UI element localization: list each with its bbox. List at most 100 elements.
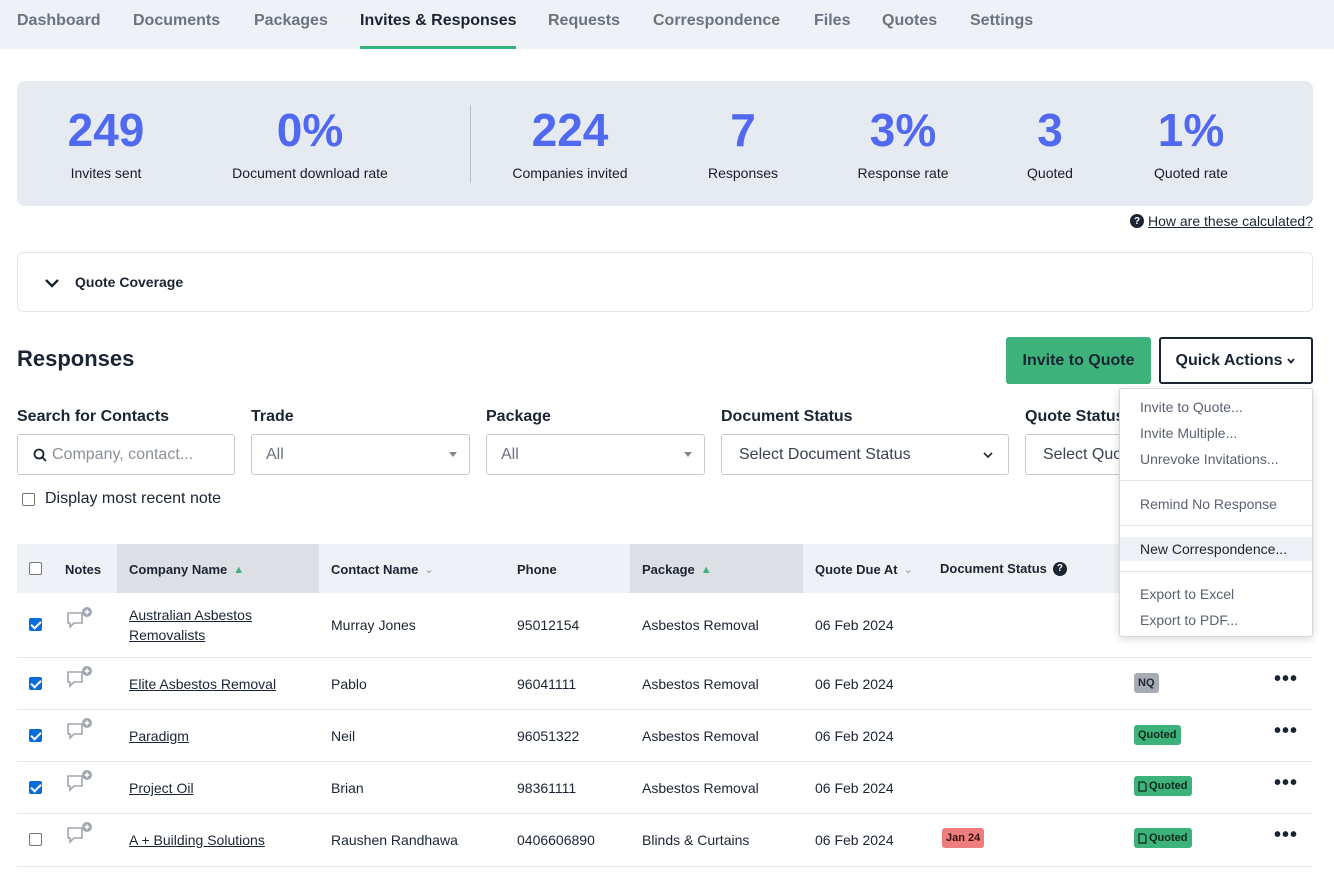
company-link[interactable]: A + Building Solutions <box>129 832 265 848</box>
row-menu-icon[interactable]: ••• <box>1274 668 1298 691</box>
menu-export-pdf[interactable]: Export to PDF... <box>1120 608 1312 632</box>
stat-value: 1% <box>1157 104 1225 156</box>
how-calculated-link[interactable]: ? How are these calculated? <box>1130 213 1313 229</box>
menu-invite-multiple[interactable]: Invite Multiple... <box>1120 421 1312 445</box>
recent-note-checkbox[interactable] <box>22 492 35 506</box>
stat-label: Invites sent <box>70 165 142 181</box>
header-company-name[interactable]: Company Name ▲ <box>129 562 244 577</box>
add-note-icon[interactable] <box>65 822 93 846</box>
select-all-checkbox[interactable] <box>29 562 42 575</box>
package: Asbestos Removal <box>642 617 759 633</box>
contact-name: Brian <box>331 780 364 796</box>
row-menu-icon[interactable]: ••• <box>1274 824 1298 847</box>
stat-label: Document download rate <box>232 165 388 181</box>
package-select[interactable]: All <box>486 434 705 475</box>
quick-actions-button[interactable]: Quick Actions <box>1159 337 1313 384</box>
quick-actions-label: Quick Actions <box>1175 351 1283 369</box>
document-status-select[interactable]: Select Document Status <box>721 434 1009 475</box>
header-label: Quote Due At <box>815 562 898 577</box>
tab-quotes[interactable]: Quotes <box>882 12 937 30</box>
table-row: Project Oil Brian 98361111 Asbestos Remo… <box>17 762 1313 814</box>
tab-dashboard[interactable]: Dashboard <box>17 12 101 30</box>
quote-status-select[interactable]: Select Quo <box>1025 434 1125 475</box>
company-link[interactable]: Paradigm <box>129 728 189 744</box>
active-tab-indicator <box>360 46 516 49</box>
quote-status-badge: Quoted <box>1134 725 1181 745</box>
quote-coverage-title: Quote Coverage <box>75 274 184 290</box>
add-note-icon[interactable] <box>65 770 93 794</box>
add-note-icon[interactable] <box>65 666 93 690</box>
tab-packages[interactable]: Packages <box>254 12 328 30</box>
add-note-icon[interactable] <box>65 718 93 742</box>
document-icon <box>1138 832 1147 844</box>
quick-actions-menu: Invite to Quote... Invite Multiple... Un… <box>1119 388 1313 637</box>
recent-note-label: Display most recent note <box>45 490 222 507</box>
table-row: Elite Asbestos Removal Pablo 96041111 As… <box>17 658 1313 710</box>
contact-name: Murray Jones <box>331 617 416 633</box>
quote-coverage-panel[interactable]: Quote Coverage <box>17 252 1313 312</box>
recent-note-toggle[interactable]: Display most recent note <box>22 490 221 508</box>
package: Asbestos Removal <box>642 780 759 796</box>
menu-invite-to-quote[interactable]: Invite to Quote... <box>1120 395 1312 419</box>
row-checkbox[interactable] <box>29 781 42 794</box>
invite-to-quote-button[interactable]: Invite to Quote <box>1006 337 1151 384</box>
quote-status-badge: NQ <box>1134 673 1159 693</box>
company-link[interactable]: Australian Asbestos <box>129 607 252 623</box>
header-quote-due[interactable]: Quote Due At ⌄ <box>815 562 913 577</box>
menu-remind-no-response[interactable]: Remind No Response <box>1120 492 1312 516</box>
stat-value: 7 <box>730 104 756 156</box>
search-input[interactable]: Company, contact... <box>17 434 235 475</box>
row-menu-icon[interactable]: ••• <box>1274 772 1298 795</box>
header-notes: Notes <box>65 562 102 577</box>
tab-files[interactable]: Files <box>814 12 850 30</box>
header-contact-name[interactable]: Contact Name ⌄ <box>331 562 434 577</box>
question-icon[interactable]: ? <box>1052 561 1067 576</box>
quote-status-badge: Quoted <box>1134 828 1192 848</box>
how-calculated-label: How are these calculated? <box>1148 213 1313 229</box>
tab-correspondence[interactable]: Correspondence <box>653 12 780 30</box>
stat-companies-invited: 224 Companies invited <box>505 103 635 181</box>
row-checkbox[interactable] <box>29 677 42 690</box>
company-link[interactable]: Project Oil <box>129 780 194 796</box>
document-status-label: Document Status <box>721 408 853 425</box>
trade-label: Trade <box>251 408 294 425</box>
row-checkbox[interactable] <box>29 618 42 631</box>
tab-requests[interactable]: Requests <box>548 12 620 30</box>
row-checkbox[interactable] <box>29 729 42 742</box>
sort-icon: ⌄ <box>424 564 434 576</box>
menu-unrevoke-invitations[interactable]: Unrevoke Invitations... <box>1120 447 1312 471</box>
tab-documents[interactable]: Documents <box>133 12 220 30</box>
tab-invites-responses[interactable]: Invites & Responses <box>360 12 517 30</box>
stat-value: 3% <box>869 104 937 156</box>
stat-responses: 7 Responses <box>703 103 783 181</box>
row-checkbox[interactable] <box>29 833 42 846</box>
row-menu-icon[interactable]: ••• <box>1274 720 1298 743</box>
add-note-icon[interactable] <box>65 607 93 631</box>
quote-due: 06 Feb 2024 <box>815 728 894 744</box>
stat-invites-sent: 249 Invites sent <box>60 103 152 181</box>
menu-export-excel[interactable]: Export to Excel <box>1120 582 1312 606</box>
document-status-value: Select Document Status <box>739 445 911 463</box>
header-label: Document Status <box>940 561 1047 576</box>
company-link[interactable]: Elite Asbestos Removal <box>129 676 276 692</box>
contact-name: Pablo <box>331 676 367 692</box>
quote-due: 06 Feb 2024 <box>815 617 894 633</box>
table-row: A + Building Solutions Raushen Randhawa … <box>17 814 1313 867</box>
stats-divider <box>470 105 471 183</box>
tab-settings[interactable]: Settings <box>970 12 1033 30</box>
chevron-down-icon <box>1287 357 1296 364</box>
stat-download-rate: 0% Document download rate <box>220 103 400 181</box>
sort-asc-icon: ▲ <box>233 563 245 576</box>
contact-name: Neil <box>331 728 356 744</box>
menu-new-correspondence[interactable]: New Correspondence... <box>1120 537 1312 561</box>
company-link-line2[interactable]: Removalists <box>129 627 205 643</box>
stats-panel: 249 Invites sent 0% Document download ra… <box>17 81 1313 206</box>
stat-value: 249 <box>67 104 145 156</box>
menu-divider <box>1120 525 1312 526</box>
phone: 96041111 <box>517 676 577 692</box>
package-value: All <box>501 445 519 463</box>
phone: 95012154 <box>517 617 580 633</box>
header-package[interactable]: Package ▲ <box>642 562 712 577</box>
stat-label: Companies invited <box>512 165 628 181</box>
trade-select[interactable]: All <box>251 434 470 475</box>
